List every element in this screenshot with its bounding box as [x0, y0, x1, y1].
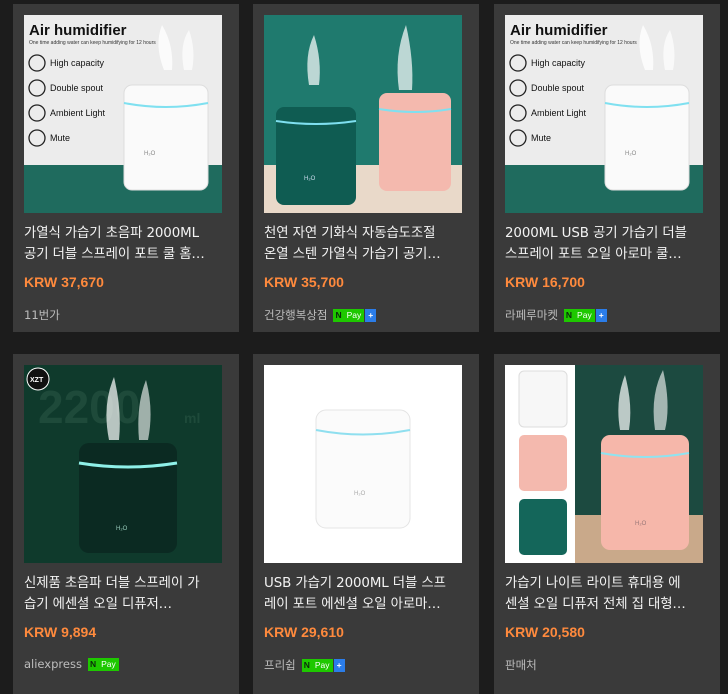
image-heading: Air humidifier: [510, 22, 608, 39]
product-image-4[interactable]: XZT 2200 ml H₂O: [24, 365, 222, 563]
product-seller-4: aliexpress N Pay: [24, 657, 119, 671]
product-title-1[interactable]: 가열식 가습기 초음파 2000ML 공기 더블 스프레이 포트 쿨 홈…: [24, 223, 222, 265]
product-title-6[interactable]: 가습기 나이트 라이트 휴대용 에 센셜 오일 디퓨저 전체 집 대형…: [505, 573, 703, 615]
npay-badge: N Pay +: [563, 308, 607, 322]
npay-n-icon: N: [301, 658, 312, 672]
seller-name: 건강행복상점: [264, 308, 328, 322]
npay-plus-icon: +: [333, 658, 345, 672]
svg-text:H₂O: H₂O: [635, 521, 647, 527]
humidifier-white-image: H₂O: [264, 365, 462, 563]
image-subheading: One time adding water can keep humidifyi…: [510, 40, 637, 46]
product-image-2[interactable]: H₂O: [264, 15, 462, 213]
image-heading: Air humidifier: [29, 22, 127, 39]
product-price-1: KRW 37,670: [24, 274, 104, 290]
svg-text:Mute: Mute: [531, 133, 551, 143]
product-title-4[interactable]: 신제품 초음파 더블 스프레이 가 습기 에센셜 오일 디퓨저…: [24, 573, 222, 615]
product-card-2[interactable]: H₂O 천연 자연 기화식 자동습도조절 온열 스텐 가열식 가습기 공기… K…: [253, 4, 479, 332]
npay-n-icon: N: [87, 657, 99, 671]
product-card-3[interactable]: Air humidifier One time adding water can…: [494, 4, 720, 332]
humidifier-infographic-image: Air humidifier One time adding water can…: [24, 15, 222, 213]
product-title-2[interactable]: 천연 자연 기화식 자동습도조절 온열 스텐 가열식 가습기 공기…: [264, 223, 462, 265]
svg-text:High capacity: High capacity: [50, 58, 105, 68]
npay-plus-icon: +: [595, 308, 607, 322]
npay-badge: N Pay +: [301, 658, 345, 672]
svg-text:H₂O: H₂O: [625, 151, 637, 157]
seller-name: aliexpress: [24, 657, 82, 671]
svg-text:H₂O: H₂O: [354, 491, 366, 497]
capacity-text: 2200: [38, 381, 140, 433]
svg-text:H₂O: H₂O: [304, 176, 316, 182]
svg-text:Double spout: Double spout: [50, 83, 104, 93]
product-card-1[interactable]: Air humidifier One time adding water can…: [13, 4, 239, 332]
product-image-5[interactable]: H₂O: [264, 365, 462, 563]
product-seller-1: 11번가: [24, 307, 60, 323]
product-seller-3: 라페루마켓 N Pay +: [505, 307, 607, 323]
svg-text:Double spout: Double spout: [531, 83, 585, 93]
humidifier-colors-collage-image: H₂O: [505, 365, 703, 563]
product-title-5[interactable]: USB 가습기 2000ML 더블 스프 레이 포트 에센셜 오일 아로마…: [264, 573, 462, 615]
svg-text:High capacity: High capacity: [531, 58, 586, 68]
product-card-5[interactable]: H₂O USB 가습기 2000ML 더블 스프 레이 포트 에센셜 오일 아로…: [253, 354, 479, 694]
npay-n-icon: N: [563, 308, 575, 322]
npay-badge: N Pay: [87, 657, 119, 671]
npay-badge: N Pay +: [333, 308, 377, 322]
humidifier-2200ml-image: XZT 2200 ml H₂O: [24, 365, 222, 563]
product-price-2: KRW 35,700: [264, 274, 344, 290]
product-price-6: KRW 20,580: [505, 624, 585, 640]
product-image-1[interactable]: Air humidifier One time adding water can…: [24, 15, 222, 213]
product-price-3: KRW 16,700: [505, 274, 585, 290]
svg-text:Mute: Mute: [50, 133, 70, 143]
svg-text:H₂O: H₂O: [116, 526, 128, 532]
npay-plus-icon: +: [365, 308, 377, 322]
product-title-3[interactable]: 2000ML USB 공기 가습기 더블 스프레이 포트 오일 아로마 쿨…: [505, 223, 703, 265]
product-card-6[interactable]: H₂O 가습기 나이트 라이트 휴대용 에 센셜 오일 디퓨저 전체 집 대형……: [494, 354, 720, 694]
product-seller-6: 판매처: [505, 657, 537, 673]
humidifier-pair-image: H₂O: [264, 15, 462, 213]
seller-name: 프리쉽: [264, 658, 296, 672]
product-price-5: KRW 29,610: [264, 624, 344, 640]
product-price-4: KRW 9,894: [24, 624, 97, 640]
humidifier-infographic-image: Air humidifier One time adding water can…: [505, 15, 703, 213]
seller-name: 판매처: [505, 658, 537, 672]
svg-text:Ambient Light: Ambient Light: [531, 108, 587, 118]
svg-text:Ambient Light: Ambient Light: [50, 108, 106, 118]
product-seller-2: 건강행복상점 N Pay +: [264, 307, 377, 323]
product-image-6[interactable]: H₂O: [505, 365, 703, 563]
product-card-4[interactable]: XZT 2200 ml H₂O 신제품 초음파 더블 스프레이 가 습기 에센셜…: [13, 354, 239, 694]
product-seller-5: 프리쉽 N Pay +: [264, 657, 345, 673]
product-image-3[interactable]: Air humidifier One time adding water can…: [505, 15, 703, 213]
svg-text:H₂O: H₂O: [144, 151, 156, 157]
seller-name: 11번가: [24, 308, 60, 322]
seller-name: 라페루마켓: [505, 308, 558, 322]
svg-text:ml: ml: [184, 410, 200, 426]
image-subheading: One time adding water can keep humidifyi…: [29, 40, 156, 46]
npay-n-icon: N: [333, 308, 344, 322]
